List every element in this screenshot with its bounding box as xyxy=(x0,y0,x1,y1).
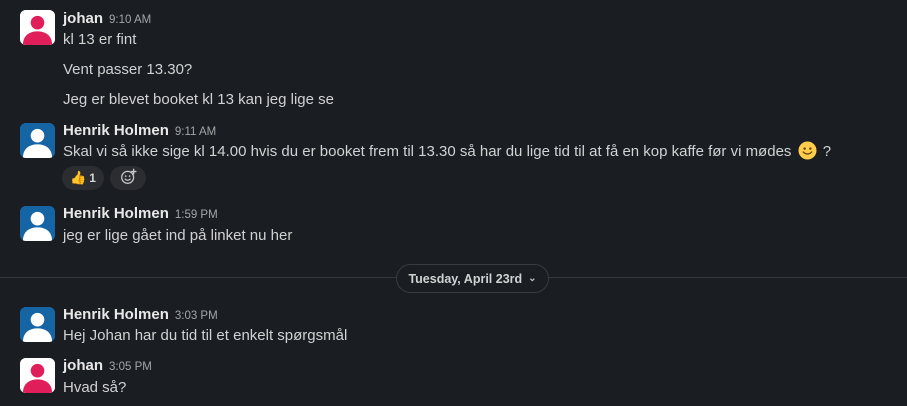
date-divider-button[interactable]: Tuesday, April 23rd ⌄ xyxy=(396,264,549,293)
message-header: Henrik Holmen 3:03 PM xyxy=(63,306,218,324)
message-timestamp[interactable]: 1:59 PM xyxy=(175,209,218,221)
avatar-johan[interactable] xyxy=(20,358,55,393)
reaction-count: 1 xyxy=(89,171,96,185)
add-reaction-button[interactable] xyxy=(110,166,146,190)
message-timestamp[interactable]: 3:05 PM xyxy=(109,361,152,373)
message-text: Hvad så? xyxy=(63,379,127,396)
avatar-henrik-holmen[interactable] xyxy=(20,123,55,158)
message-text: Jeg er blevet booket kl 13 kan jeg lige … xyxy=(63,91,335,108)
author-name[interactable]: johan xyxy=(63,10,103,27)
author-name[interactable]: Henrik Holmen xyxy=(63,306,169,323)
message-text-part: ? xyxy=(822,143,832,160)
slightly-smiling-face-icon xyxy=(798,141,817,160)
message-text: kl 13 er fint xyxy=(63,31,137,48)
message-text: jeg er lige gået ind på linket nu her xyxy=(63,227,293,244)
message-text: Hej Johan har du tid til et enkelt spørg… xyxy=(63,327,348,344)
thumbs-up-icon: 👍 xyxy=(70,170,87,185)
message-text: Vent passer 13.30? xyxy=(63,61,193,78)
message-text-part: Skal vi så ikke sige kl 14.00 hvis du er… xyxy=(63,143,792,160)
message-header: johan 3:05 PM xyxy=(63,357,152,375)
avatar-henrik-holmen[interactable] xyxy=(20,206,55,241)
message-timestamp[interactable]: 9:11 AM xyxy=(175,126,216,138)
date-divider-label: Tuesday, April 23rd xyxy=(408,271,523,286)
message-timestamp[interactable]: 3:03 PM xyxy=(175,310,218,322)
avatar-johan[interactable] xyxy=(20,10,55,45)
avatar-henrik-holmen[interactable] xyxy=(20,307,55,342)
message-timestamp[interactable]: 9:10 AM xyxy=(109,14,151,26)
message-header: Henrik Holmen 1:59 PM xyxy=(63,205,218,223)
message-header: Henrik Holmen 9:11 AM xyxy=(63,122,216,140)
message-header: johan 9:10 AM xyxy=(63,10,151,28)
author-name[interactable]: Henrik Holmen xyxy=(63,205,169,222)
message-text: Skal vi så ikke sige kl 14.00 hvis du er… xyxy=(63,141,831,162)
author-name[interactable]: Henrik Holmen xyxy=(63,122,169,139)
author-name[interactable]: johan xyxy=(63,357,103,374)
add-emoji-icon xyxy=(120,168,137,188)
reaction-thumbs-up[interactable]: 👍 1 xyxy=(62,166,104,190)
chevron-down-icon: ⌄ xyxy=(528,273,537,284)
